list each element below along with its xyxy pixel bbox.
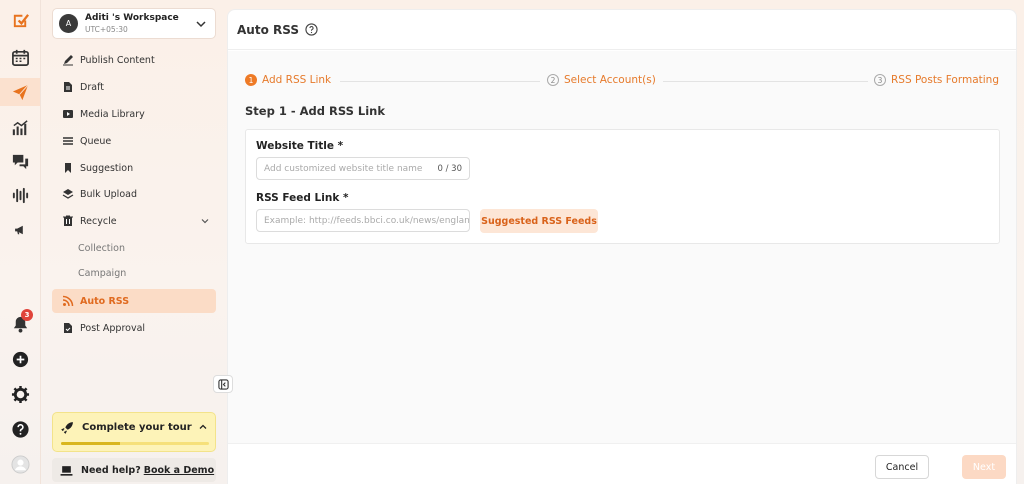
- sidebar-item-suggestion[interactable]: Suggestion: [52, 156, 216, 180]
- gear-icon[interactable]: [8, 382, 32, 406]
- sidebar-item-label: Post Approval: [80, 322, 146, 334]
- media-icon: [61, 108, 74, 121]
- footer-bar: Cancel Next: [228, 443, 1016, 484]
- document-icon: [61, 81, 74, 94]
- sidebar-item-draft[interactable]: Draft: [52, 75, 216, 99]
- plus-circle-icon[interactable]: [8, 347, 32, 371]
- pen-icon: [61, 54, 74, 67]
- step-number: 3: [874, 74, 886, 86]
- icon-rail: 3: [0, 0, 40, 484]
- approval-icon: [61, 322, 74, 335]
- help-text: Need help?: [81, 464, 141, 476]
- website-title-input[interactable]: Add customized website title name 0 / 30: [256, 157, 470, 180]
- step-2[interactable]: 2 Select Account(s): [547, 74, 656, 86]
- recycle-icon: [61, 215, 74, 228]
- sidebar: A Aditi 's Workspace UTC+05:30 Publish C…: [40, 0, 226, 484]
- bell-icon[interactable]: 3: [8, 309, 33, 336]
- collapse-sidebar-icon: [217, 378, 229, 390]
- workspace-name: Aditi 's Workspace: [85, 12, 179, 23]
- chat-icon[interactable]: [8, 149, 32, 173]
- sidebar-item-label: Collection: [78, 242, 125, 254]
- step-1[interactable]: 1 Add RSS Link: [245, 74, 331, 86]
- help-icon[interactable]: [8, 417, 32, 441]
- sidebar-item-label: Recycle: [80, 215, 117, 227]
- feed-link-placeholder: Example: http://feeds.bbci.co.uk/news/en…: [264, 215, 470, 226]
- sidebar-item-post-approval[interactable]: Post Approval: [52, 316, 216, 340]
- step-label: Select Account(s): [564, 74, 656, 86]
- book-demo-link[interactable]: Book a Demo: [144, 465, 214, 476]
- content-area: 1 Add RSS Link 2 Select Account(s) 3 RSS…: [228, 51, 1016, 443]
- chevron-up-icon[interactable]: [198, 422, 208, 432]
- rss-icon: [61, 295, 74, 308]
- logo-icon[interactable]: [8, 8, 32, 32]
- website-title-label: Website Title *: [256, 140, 344, 152]
- sidebar-item-publish-content[interactable]: Publish Content: [52, 48, 216, 72]
- sidebar-item-label: Suggestion: [80, 162, 134, 174]
- sidebar-item-label: Campaign: [78, 267, 127, 279]
- website-title-placeholder: Add customized website title name: [264, 163, 423, 174]
- analytics-icon[interactable]: [8, 115, 32, 139]
- suggested-rss-feeds-button[interactable]: Suggested RSS Feeds: [480, 209, 598, 233]
- collapse-sidebar-button[interactable]: [213, 375, 233, 393]
- cancel-button[interactable]: Cancel: [875, 455, 929, 479]
- help-circle-icon[interactable]: [305, 23, 318, 36]
- step-number: 2: [547, 74, 559, 86]
- help-banner: Need help? Book a Demo: [52, 458, 216, 482]
- laptop-icon: [60, 465, 73, 476]
- notification-badge: 3: [21, 309, 33, 321]
- sidebar-item-label: Media Library: [80, 108, 145, 120]
- sidebar-item-queue[interactable]: Queue: [52, 129, 216, 153]
- page-title: Auto RSS: [237, 22, 299, 37]
- layers-icon: [61, 188, 74, 201]
- workspace-avatar: A: [59, 14, 78, 33]
- character-counter: 0 / 30: [437, 164, 463, 174]
- sidebar-item-campaign[interactable]: Campaign: [52, 261, 216, 285]
- send-icon[interactable]: [8, 80, 32, 104]
- bookmark-icon: [61, 162, 74, 175]
- step-connector: [340, 81, 540, 82]
- sidebar-item-media-library[interactable]: Media Library: [52, 102, 216, 126]
- sidebar-item-label: Queue: [80, 135, 112, 147]
- sidebar-item-label: Publish Content: [80, 54, 155, 66]
- feed-link-input[interactable]: Example: http://feeds.bbci.co.uk/news/en…: [256, 209, 470, 232]
- next-button[interactable]: Next: [962, 455, 1006, 479]
- section-title: Step 1 - Add RSS Link: [245, 104, 385, 118]
- main-panel: Auto RSS 1 Add RSS Link 2 Select Account…: [227, 9, 1017, 484]
- rss-form-card: Website Title * Add customized website t…: [245, 129, 1000, 244]
- main-header: Auto RSS: [228, 10, 1016, 50]
- tour-label: Complete your tour: [82, 422, 192, 433]
- workspace-switcher[interactable]: A Aditi 's Workspace UTC+05:30: [52, 8, 216, 39]
- chevron-down-icon: [201, 219, 209, 224]
- sidebar-item-auto-rss[interactable]: Auto RSS: [52, 289, 216, 313]
- tour-card[interactable]: Complete your tour: [52, 412, 216, 452]
- sidebar-item-label: Auto RSS: [80, 295, 130, 307]
- sidebar-item-recycle[interactable]: Recycle: [52, 209, 216, 233]
- step-number: 1: [245, 74, 257, 86]
- sidebar-item-label: Draft: [80, 81, 104, 93]
- feed-link-label: RSS Feed Link *: [256, 192, 349, 204]
- profile-icon[interactable]: [8, 452, 32, 476]
- sidebar-item-collection[interactable]: Collection: [52, 236, 216, 260]
- stepper: 1 Add RSS Link 2 Select Account(s) 3 RSS…: [245, 74, 999, 88]
- workspace-timezone: UTC+05:30: [85, 24, 128, 34]
- sidebar-item-bulk-upload[interactable]: Bulk Upload: [52, 182, 216, 206]
- audio-wave-icon[interactable]: [8, 183, 32, 207]
- step-label: Add RSS Link: [262, 74, 332, 86]
- step-3[interactable]: 3 RSS Posts Formating: [874, 74, 999, 86]
- rocket-icon: [61, 422, 73, 434]
- tour-progress-fill: [61, 442, 121, 445]
- tour-progress-bar: [61, 442, 209, 445]
- step-label: RSS Posts Formating: [891, 74, 999, 86]
- calendar-icon[interactable]: [8, 45, 32, 69]
- chevron-down-icon: [196, 21, 206, 28]
- step-connector: [663, 81, 868, 82]
- sidebar-item-label: Bulk Upload: [80, 188, 137, 200]
- megaphone-icon[interactable]: [8, 218, 32, 242]
- queue-icon: [61, 135, 74, 148]
